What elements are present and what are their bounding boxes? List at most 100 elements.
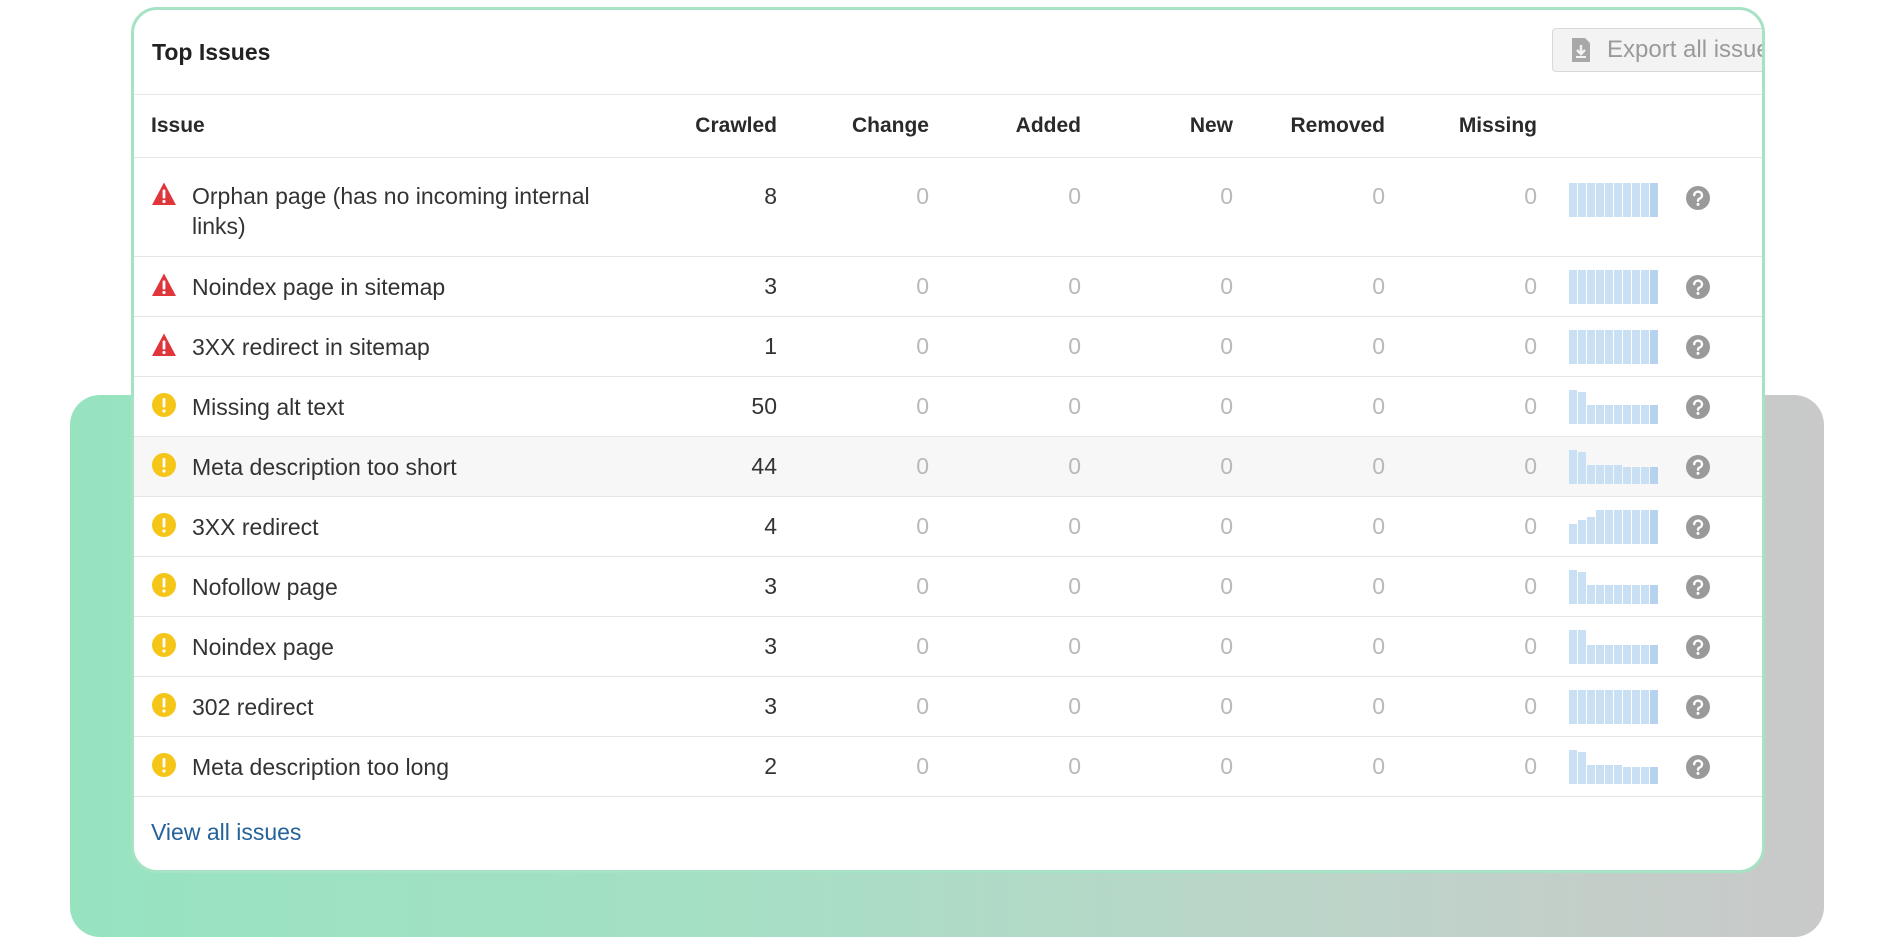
- info-circle-icon: [152, 572, 176, 597]
- change-value: 0: [777, 616, 929, 677]
- trend-sparkline-cell: [1537, 316, 1685, 377]
- issue-label[interactable]: Noindex page in sitemap: [192, 272, 632, 302]
- sparkline-bar: [1587, 464, 1595, 484]
- crawled-value[interactable]: 3: [657, 616, 777, 677]
- sparkline-bar: [1641, 509, 1649, 544]
- column-header-issue[interactable]: Issue: [134, 95, 657, 158]
- table-row[interactable]: Orphan page (has no incoming internal li…: [134, 157, 1762, 257]
- crawled-value[interactable]: 1: [657, 316, 777, 377]
- sparkline-bar: [1587, 516, 1595, 544]
- issue-label[interactable]: Orphan page (has no incoming internal li…: [192, 181, 632, 241]
- sparkline-bar: [1587, 689, 1595, 724]
- column-header-help: [1685, 95, 1762, 158]
- info-circle-icon: [152, 392, 176, 417]
- sparkline-bar: [1623, 329, 1631, 364]
- help-cell: [1685, 496, 1762, 557]
- question-circle-icon[interactable]: [1685, 754, 1711, 780]
- column-header-added[interactable]: Added: [929, 95, 1081, 158]
- sparkline-bar: [1650, 644, 1658, 664]
- warning-triangle-icon: [152, 273, 176, 296]
- sparkline-bar: [1578, 391, 1586, 424]
- column-header-new[interactable]: New: [1081, 95, 1233, 158]
- question-circle-icon[interactable]: [1685, 574, 1711, 600]
- export-all-issues-button[interactable]: Export all issue: [1552, 28, 1762, 72]
- table-row[interactable]: Noindex page 3 0 0 0 0 0: [134, 616, 1762, 677]
- issue-label[interactable]: Nofollow page: [192, 572, 632, 602]
- issue-label[interactable]: 3XX redirect in sitemap: [192, 332, 632, 362]
- trend-sparkline: [1569, 509, 1685, 544]
- change-value: 0: [777, 256, 929, 317]
- sparkline-bar: [1596, 509, 1604, 544]
- issue-cell: Noindex page: [134, 616, 657, 677]
- question-circle-icon[interactable]: [1685, 334, 1711, 360]
- table-row[interactable]: Noindex page in sitemap 3 0 0 0 0 0: [134, 256, 1762, 317]
- table-row[interactable]: 3XX redirect in sitemap 1 0 0 0 0 0: [134, 316, 1762, 377]
- info-circle-icon: [152, 692, 176, 717]
- table-row[interactable]: 302 redirect 3 0 0 0 0 0: [134, 676, 1762, 737]
- help-cell: [1685, 736, 1762, 797]
- sparkline-bar: [1596, 584, 1604, 604]
- trend-sparkline-cell: [1537, 556, 1685, 617]
- missing-value: 0: [1385, 376, 1537, 437]
- crawled-value[interactable]: 3: [657, 256, 777, 317]
- issue-cell: Missing alt text: [134, 376, 657, 437]
- question-circle-icon[interactable]: [1685, 454, 1711, 480]
- sparkline-bar: [1623, 509, 1631, 544]
- added-value: 0: [929, 436, 1081, 497]
- change-value: 0: [777, 496, 929, 557]
- new-value: 0: [1081, 256, 1233, 317]
- info-circle-icon: [152, 512, 176, 537]
- sparkline-bar: [1578, 269, 1586, 304]
- view-all-issues-link[interactable]: View all issues: [151, 819, 301, 846]
- column-header-removed[interactable]: Removed: [1233, 95, 1385, 158]
- question-circle-icon[interactable]: [1685, 185, 1711, 211]
- question-circle-icon[interactable]: [1685, 514, 1711, 540]
- sparkline-bar: [1587, 269, 1595, 304]
- table-row[interactable]: Meta description too long 2 0 0 0 0 0: [134, 736, 1762, 797]
- question-circle-icon[interactable]: [1685, 394, 1711, 420]
- change-value: 0: [777, 736, 929, 797]
- removed-value: 0: [1233, 616, 1385, 677]
- table-row[interactable]: Nofollow page 3 0 0 0 0 0: [134, 556, 1762, 617]
- issue-label[interactable]: 302 redirect: [192, 692, 632, 722]
- sparkline-bar: [1641, 269, 1649, 304]
- crawled-value[interactable]: 8: [657, 157, 777, 257]
- issue-label[interactable]: Meta description too short: [192, 452, 632, 482]
- sparkline-bar: [1596, 404, 1604, 424]
- crawled-value[interactable]: 50: [657, 376, 777, 437]
- crawled-value[interactable]: 3: [657, 556, 777, 617]
- issue-label[interactable]: Meta description too long: [192, 752, 632, 782]
- warning-triangle-icon: [152, 182, 176, 205]
- column-header-change[interactable]: Change: [777, 95, 929, 158]
- column-header-missing[interactable]: Missing: [1385, 95, 1537, 158]
- sparkline-bar: [1632, 404, 1640, 424]
- sparkline-bar: [1650, 689, 1658, 724]
- sparkline-bar: [1587, 584, 1595, 604]
- sparkline-bar: [1650, 466, 1658, 484]
- added-value: 0: [929, 256, 1081, 317]
- crawled-value[interactable]: 3: [657, 676, 777, 737]
- column-header-crawled[interactable]: Crawled: [657, 95, 777, 158]
- crawled-value[interactable]: 4: [657, 496, 777, 557]
- sparkline-bar: [1569, 629, 1577, 664]
- table-row[interactable]: 3XX redirect 4 0 0 0 0 0: [134, 496, 1762, 557]
- sparkline-bar: [1632, 466, 1640, 484]
- crawled-value[interactable]: 44: [657, 436, 777, 497]
- sparkline-bar: [1641, 183, 1649, 217]
- trend-sparkline-cell: [1537, 616, 1685, 677]
- issue-label[interactable]: Missing alt text: [192, 392, 632, 422]
- sparkline-bar: [1605, 644, 1613, 664]
- crawled-value[interactable]: 2: [657, 736, 777, 797]
- missing-value: 0: [1385, 616, 1537, 677]
- question-circle-icon[interactable]: [1685, 274, 1711, 300]
- question-circle-icon[interactable]: [1685, 694, 1711, 720]
- table-row[interactable]: Missing alt text 50 0 0 0 0 0: [134, 376, 1762, 437]
- issue-label[interactable]: 3XX redirect: [192, 512, 632, 542]
- issue-label[interactable]: Noindex page: [192, 632, 632, 662]
- sparkline-bar: [1596, 329, 1604, 364]
- issue-cell: Nofollow page: [134, 556, 657, 617]
- trend-sparkline: [1569, 749, 1685, 784]
- change-value: 0: [777, 676, 929, 737]
- table-row[interactable]: Meta description too short 44 0 0 0 0 0: [134, 436, 1762, 497]
- question-circle-icon[interactable]: [1685, 634, 1711, 660]
